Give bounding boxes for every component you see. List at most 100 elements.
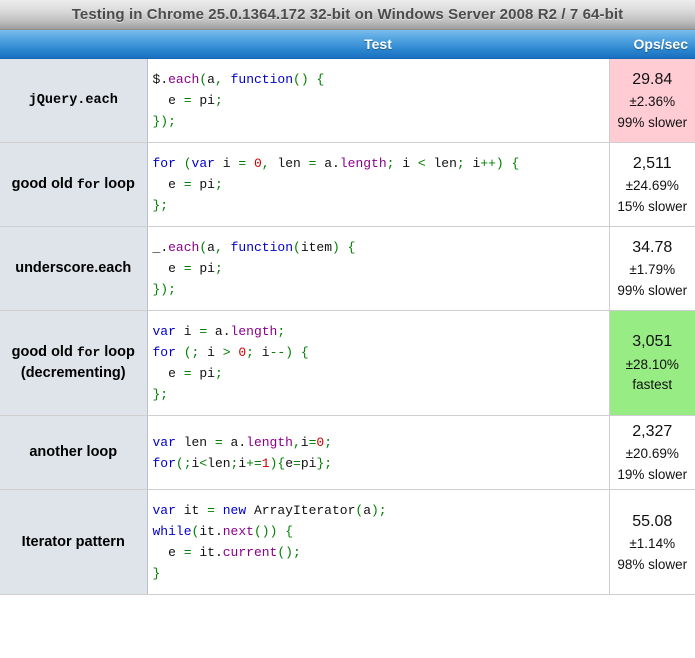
code-token: it [192,545,215,560]
page-title-bar: Testing in Chrome 25.0.1364.172 32-bit o… [0,0,695,30]
code-token [293,345,301,360]
code-token: a [207,324,223,339]
benchmark-table: Test Ops/sec jQuery.each $.each(a, functi… [0,30,695,595]
ops-value: 29.84 [614,68,692,92]
ops-comparison-note: 98% slower [614,555,692,576]
code-token: = [199,324,207,339]
test-name-keyword: for [77,177,100,192]
ops-value: 2,511 [614,152,692,176]
ops-per-sec-cell: 2,327±20.69%19% slower [609,416,695,490]
column-header-ops[interactable]: Ops/sec [609,30,695,59]
code-token: = [207,503,215,518]
code-token: e [153,177,184,192]
code-token: pi [192,366,215,381]
code-token: ArrayIterator [246,503,355,518]
ops-margin-of-error: ±20.69% [614,444,692,465]
code-token: ; [457,156,465,171]
code-token: ; [324,435,332,450]
code-token: current [223,545,278,560]
code-token: () [293,72,309,87]
code-token: next [223,524,254,539]
code-token: var [192,156,215,171]
code-token: }); [153,282,176,297]
code-token: for [153,456,176,471]
code-token: while [153,524,192,539]
code-token: a [223,435,239,450]
code-token: i [254,345,270,360]
ops-value: 55.08 [614,510,692,534]
code-token: a [207,240,215,255]
test-name-text: good old [12,344,77,360]
code-token: length [246,435,293,450]
ops-value: 34.78 [614,236,692,260]
code-token: len [176,435,215,450]
test-name-cell[interactable]: jQuery.each [0,59,147,143]
code-token: ; [215,366,223,381]
code-token: item [301,240,332,255]
code-token: new [223,503,246,518]
code-token: . [160,72,168,87]
test-code-cell: $.each(a, function() { e = pi; }); [147,59,609,143]
code-token: ); [371,503,387,518]
code-token: > [223,345,231,360]
test-name-cell[interactable]: good old for loop (decrementing) [0,311,147,416]
code-token: i [215,156,238,171]
code-token: . [332,156,340,171]
code-token: ; [215,177,223,192]
code-token: ( [199,240,207,255]
code-token: function [231,240,293,255]
ops-margin-of-error: ±28.10% [614,355,692,376]
code-token: length [231,324,278,339]
code-snippet: var it = new ArrayIterator(a); while(it.… [153,500,609,584]
code-token: i [394,156,417,171]
test-code-cell: for (var i = 0, len = a.length; i < len;… [147,143,609,227]
code-token: , [293,435,301,450]
code-token: it [176,503,207,518]
code-token [223,72,231,87]
code-token: . [160,240,168,255]
ops-per-sec-cell: 3,051±28.10%fastest [609,311,695,416]
column-header-test[interactable]: Test [147,30,609,59]
code-token: var [153,435,176,450]
test-name-text: jQuery.each [29,93,118,108]
code-token [246,156,254,171]
ops-per-sec-cell: 29.84±2.36%99% slower [609,59,695,143]
code-token: ( [293,240,301,255]
code-token: i [301,435,309,450]
code-token: length [340,156,387,171]
code-token: { [301,345,309,360]
ops-margin-of-error: ±1.79% [614,260,692,281]
code-token: each [168,72,199,87]
code-token: len [270,156,309,171]
code-token: ; [215,93,223,108]
code-token: 0 [238,345,246,360]
test-name-cell[interactable]: underscore.each [0,227,147,311]
code-token: , [215,240,223,255]
code-token [340,240,348,255]
table-row: underscore.each_.each(a, function(item) … [0,227,695,311]
code-token: = [184,93,192,108]
code-token: < [418,156,426,171]
test-name-text: underscore.each [15,260,131,276]
test-name-text: Iterator pattern [22,534,125,550]
code-token: a [207,72,215,87]
code-token: = [184,545,192,560]
code-token: . [215,545,223,560]
test-name-cell[interactable]: good old for loop [0,143,147,227]
test-name-text: good old [12,176,77,192]
column-header-name[interactable] [0,30,147,59]
test-name-cell[interactable]: another loop [0,416,147,490]
code-token: }; [153,387,169,402]
code-token: = [184,261,192,276]
code-token: (); [277,545,300,560]
code-snippet: var len = a.length,i=0; for(;i<len;i+=1)… [153,432,609,474]
code-token: ; [215,261,223,276]
code-token: { [348,240,356,255]
code-token: e [153,261,184,276]
code-token: < [199,456,207,471]
code-token: e [153,545,184,560]
table-body: jQuery.each $.each(a, function() { e = pi… [0,59,695,595]
test-name-cell[interactable]: Iterator pattern [0,490,147,595]
table-row: another loopvar len = a.length,i=0; for(… [0,416,695,490]
code-token [215,503,223,518]
